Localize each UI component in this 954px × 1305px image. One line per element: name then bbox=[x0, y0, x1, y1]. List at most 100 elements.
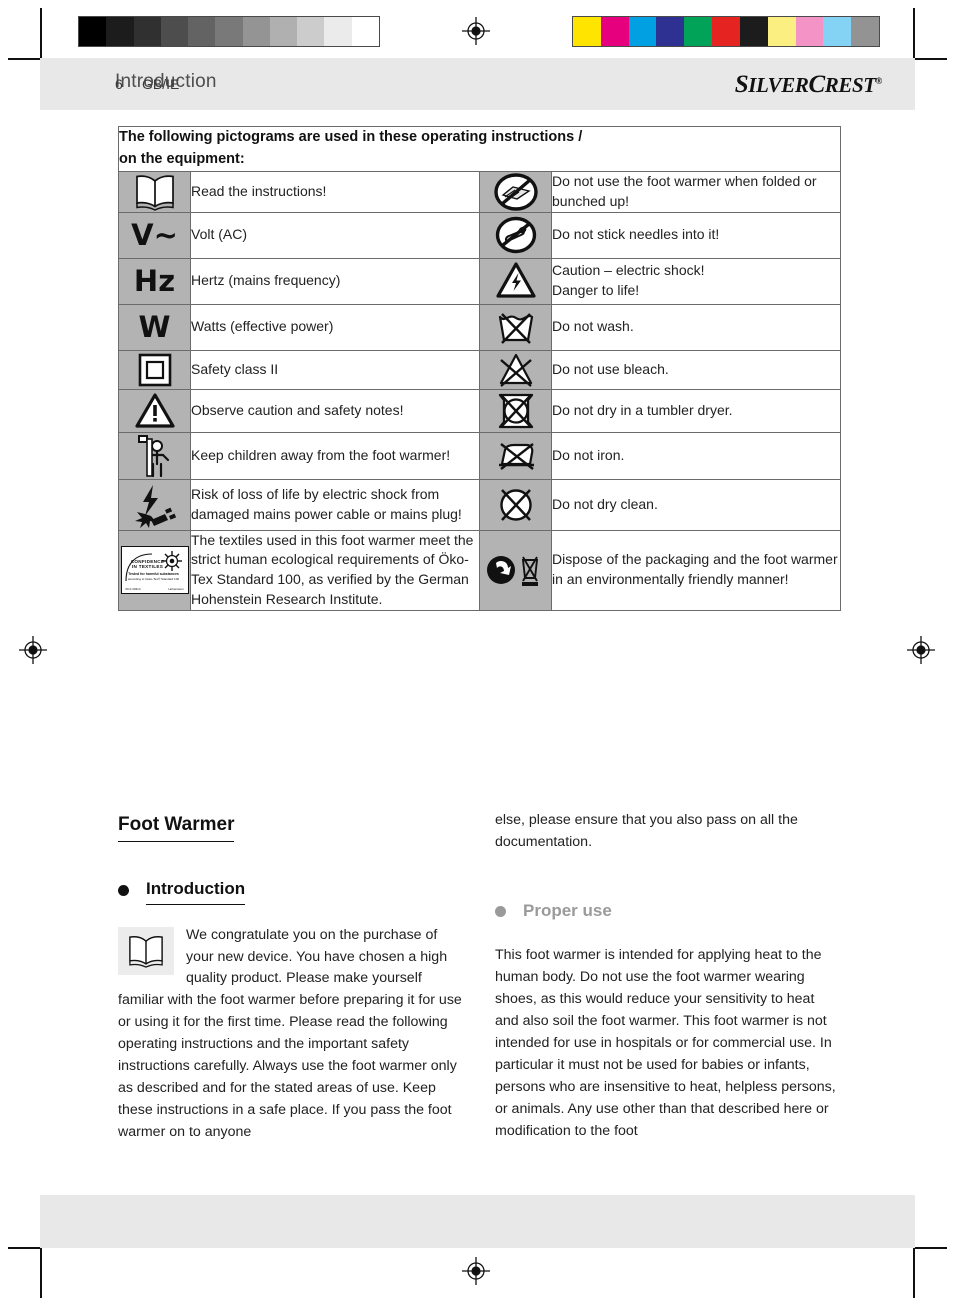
row-text: Observe caution and safety notes! bbox=[190, 388, 480, 433]
color-swatch bbox=[767, 17, 796, 46]
section-heading-label: Introduction bbox=[146, 876, 246, 905]
proper-use-paragraph: This foot warmer is intended for applyin… bbox=[495, 947, 836, 1139]
crop-mark-bottom-right-horizontal bbox=[913, 1247, 947, 1249]
keep-children-away-icon-cell bbox=[118, 431, 191, 480]
row-text: Volt (AC) bbox=[190, 211, 480, 259]
do-not-bleach-icon-cell bbox=[479, 349, 552, 390]
right-column: else, please ensure that you also pass o… bbox=[495, 810, 840, 1143]
table-row: Safety class II Do not use bleach. bbox=[118, 349, 842, 390]
table-row: Read the instructions! Do not use the fo… bbox=[118, 170, 842, 213]
crop-mark-top-left-horizontal bbox=[8, 58, 42, 60]
watts-symbol-cell: W bbox=[118, 303, 191, 351]
do-not-iron-icon bbox=[498, 442, 534, 470]
volt-ac-symbol-cell: V~ bbox=[118, 211, 191, 259]
electric-shock-warning-icon bbox=[495, 262, 536, 298]
oeko-tex-confidence-in-textiles-icon-cell: CONFIDENCE IN TEXTILES Tested for harmfu… bbox=[118, 529, 191, 611]
intro-open-book-icon-box bbox=[118, 926, 174, 975]
do-not-dry-clean-icon-cell bbox=[479, 478, 552, 531]
color-swatch bbox=[324, 17, 352, 46]
left-column: Foot Warmer Introduction We congratulate… bbox=[118, 810, 463, 1158]
color-swatch bbox=[684, 17, 713, 46]
do-not-tumble-dry-icon bbox=[498, 393, 533, 428]
safety-class-two-icon-cell bbox=[118, 349, 191, 390]
recycle-and-wee-bin-icon-cell bbox=[479, 529, 552, 611]
crop-mark-top-left-vertical bbox=[40, 8, 42, 60]
registration-target-top bbox=[461, 16, 491, 46]
row-text: Risk of loss of life by electric shock f… bbox=[190, 478, 480, 531]
do-not-tumble-dry-icon-cell bbox=[479, 388, 552, 433]
introduction-continuation-paragraph: else, please ensure that you also pass o… bbox=[495, 812, 798, 850]
oeko-logo-line-4: according to Oeko-Tex® Standard 100 bbox=[127, 577, 180, 582]
open-book-icon bbox=[129, 935, 163, 968]
table-heading-line-2: on the equipment: bbox=[119, 150, 245, 167]
no-needles-icon bbox=[495, 216, 536, 254]
table-row: V~ Volt (AC) Do not stick needles into i… bbox=[118, 211, 842, 259]
color-swatch bbox=[851, 17, 879, 46]
color-swatch bbox=[739, 17, 768, 46]
table-row: Observe caution and safety notes! Do not… bbox=[118, 388, 842, 433]
row-text: Do not dry in a tumbler dryer. bbox=[550, 388, 842, 433]
table-heading-row: The following pictograms are used in the… bbox=[117, 126, 842, 172]
footer-language-code: GB/IE bbox=[142, 76, 180, 92]
page-footer-band bbox=[40, 1195, 915, 1248]
table-row: Keep children away from the foot warmer!… bbox=[118, 431, 842, 480]
color-swatch bbox=[712, 17, 740, 46]
damaged-plug-shock-icon-cell bbox=[118, 478, 191, 531]
recycle-and-wee-bin-icon bbox=[486, 556, 538, 587]
no-folded-warmer-icon-cell bbox=[479, 170, 552, 213]
keep-children-away-icon bbox=[137, 434, 169, 477]
brand-rest: REST bbox=[824, 73, 876, 97]
row-text: Do not stick needles into it! bbox=[550, 211, 842, 259]
do-not-wash-icon-cell bbox=[479, 303, 552, 351]
color-swatch bbox=[600, 17, 629, 46]
hertz-symbol-cell: Hz bbox=[118, 257, 191, 305]
do-not-dry-clean-icon bbox=[499, 488, 532, 521]
caution-triangle-icon-cell bbox=[118, 388, 191, 433]
watts-symbol: W bbox=[138, 309, 171, 344]
open-book-icon bbox=[135, 174, 174, 211]
pictogram-table: The following pictograms are used in the… bbox=[117, 126, 842, 611]
no-needles-icon-cell bbox=[479, 211, 552, 259]
bullet-icon bbox=[118, 884, 129, 896]
table-row: CONFIDENCE IN TEXTILES Tested for harmfu… bbox=[118, 529, 842, 611]
table-heading-cell: The following pictograms are used in the… bbox=[117, 126, 842, 172]
row-text: Do not iron. bbox=[550, 431, 842, 480]
crop-mark-top-right-vertical bbox=[913, 8, 915, 60]
row-text: Do not dry clean. bbox=[550, 478, 842, 531]
row-text: Safety class II bbox=[190, 349, 480, 390]
color-swatch bbox=[133, 17, 161, 46]
crop-mark-top-right-horizontal bbox=[913, 58, 947, 60]
color-swatch bbox=[79, 17, 107, 46]
oeko-logo-line-5: 06.0.40314 bbox=[125, 587, 141, 592]
footer-page-number: 6 bbox=[115, 76, 123, 92]
do-not-iron-icon-cell bbox=[479, 431, 552, 480]
table-row: Risk of loss of life by electric shock f… bbox=[118, 478, 842, 531]
color-swatch bbox=[628, 17, 657, 46]
oeko-logo-line-3: Tested for harmful substances bbox=[128, 572, 179, 577]
row-text-line-2: Danger to life! bbox=[552, 282, 640, 298]
crop-mark-bottom-left-horizontal bbox=[8, 1247, 42, 1249]
crop-mark-bottom-right-vertical bbox=[913, 1248, 915, 1298]
volt-ac-symbol: V~ bbox=[131, 217, 178, 252]
page-canvas: Introduction The following pictograms ar… bbox=[40, 58, 915, 1248]
row-text: Read the instructions! bbox=[190, 170, 480, 213]
oeko-logo-line-2: IN TEXTILES bbox=[131, 564, 164, 570]
section-heading-label: Proper use bbox=[523, 900, 612, 920]
color-swatch bbox=[242, 17, 270, 46]
oeko-logo-line-6: Hohenstein bbox=[168, 587, 184, 592]
brand-s: S bbox=[734, 71, 749, 98]
table-row: W Watts (effective power) Do not wash. bbox=[118, 303, 842, 351]
do-not-bleach-icon bbox=[499, 353, 532, 387]
row-text: Do not use bleach. bbox=[550, 349, 842, 390]
safety-class-two-icon bbox=[138, 353, 171, 386]
row-text: Do not wash. bbox=[550, 303, 842, 351]
color-swatch bbox=[297, 17, 325, 46]
section-heading-introduction: Introduction bbox=[118, 876, 463, 905]
product-title: Foot Warmer bbox=[118, 810, 235, 843]
color-swatch bbox=[573, 17, 601, 46]
color-swatch bbox=[823, 17, 852, 46]
electric-shock-warning-icon-cell bbox=[479, 257, 552, 305]
grayscale-calibration-bar bbox=[78, 16, 380, 47]
brand-c: C bbox=[808, 71, 825, 98]
row-text: Do not use the foot warmer when folded o… bbox=[550, 170, 842, 213]
